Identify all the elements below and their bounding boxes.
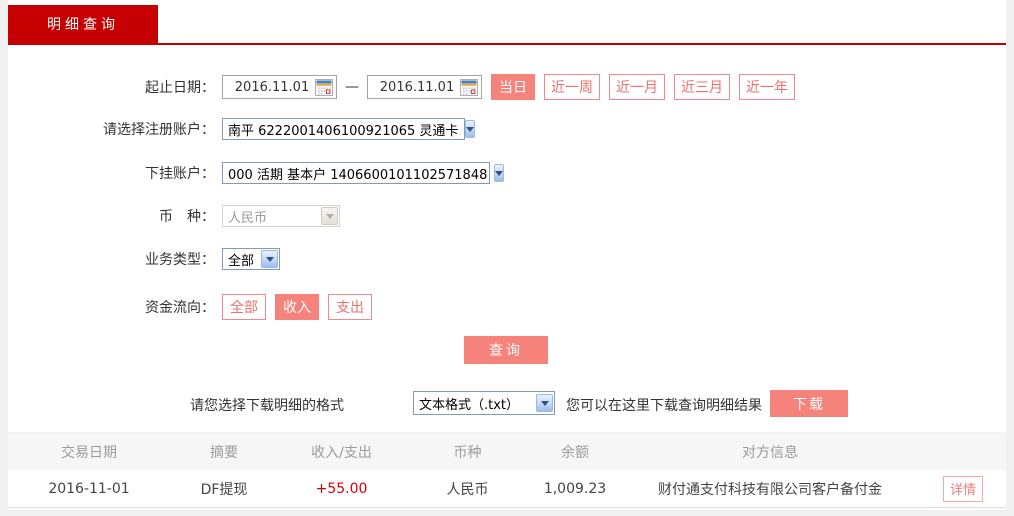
sub-account-row: 下挂账户： 000 活期 基本户 1406600101102571848	[8, 162, 505, 184]
fund-flow-income-button[interactable]: 收入	[275, 294, 319, 320]
register-account-select[interactable]: 南平 6222001406100921065 灵通卡	[222, 118, 476, 140]
cell-counterparty: 财付通支付科技有限公司客户备付金	[658, 481, 882, 498]
date-range-label: 起止日期：	[145, 80, 215, 96]
table-row: 2016-11-01 DF提现 +55.00 人民币 1,009.23 财付通支…	[8, 470, 1006, 508]
cell-currency: 人民币	[446, 481, 489, 498]
header-income-expense: 收入/支出	[311, 444, 372, 461]
end-date-value: 2016.11.01	[379, 79, 455, 95]
quick-range-today-button[interactable]: 当日	[491, 74, 535, 100]
sub-account-select[interactable]: 000 活期 基本户 1406600101102571848	[222, 162, 505, 184]
quick-range-year-button[interactable]: 近一年	[739, 74, 795, 100]
download-row: 请您选择下载明细的格式 文本格式（.txt） 您可以在这里下载查询明细结果 下载	[8, 390, 1006, 418]
business-type-row: 业务类型： 全部	[8, 248, 281, 270]
quick-range-quarter-button[interactable]: 近三月	[674, 74, 730, 100]
header-trade-date: 交易日期	[61, 444, 117, 461]
chevron-down-icon[interactable]	[536, 394, 553, 412]
currency-label: 币 种：	[159, 209, 215, 225]
page-content: 明细查询 起止日期： 2016.11.01 — 2016.11.01 当日 近一…	[8, 0, 1006, 510]
header-balance: 余额	[561, 444, 589, 461]
fund-flow-row: 资金流向： 全部 收入 支出	[8, 294, 372, 320]
download-button[interactable]: 下载	[770, 390, 848, 417]
register-account-row: 请选择注册账户： 南平 6222001406100921065 灵通卡	[8, 118, 476, 140]
download-hint-text: 您可以在这里下载查询明细结果	[566, 398, 762, 414]
cell-balance: 1,009.23	[543, 480, 607, 497]
tab-detail-query[interactable]: 明细查询	[8, 5, 158, 43]
start-date-value: 2016.11.01	[234, 79, 310, 95]
sub-account-label: 下挂账户：	[145, 166, 215, 182]
calendar-icon[interactable]	[460, 78, 478, 96]
chevron-down-icon[interactable]	[465, 120, 476, 138]
download-format-value: 文本格式（.txt）	[419, 397, 520, 413]
currency-row: 币 种： 人民币	[8, 205, 340, 227]
table-header-row: 交易日期 摘要 收入/支出 币种 余额 对方信息	[8, 432, 1006, 470]
chevron-down-icon	[321, 207, 338, 225]
tab-underline	[8, 43, 1006, 45]
fund-flow-all-button[interactable]: 全部	[222, 294, 266, 320]
header-summary: 摘要	[210, 444, 238, 461]
sub-account-value: 000 活期 基本户 1406600101102571848	[228, 167, 488, 183]
chevron-down-icon[interactable]	[261, 250, 279, 268]
cell-summary: DF提现	[200, 481, 248, 498]
register-account-value: 南平 6222001406100921065 灵通卡	[228, 123, 459, 139]
detail-button[interactable]: 详情	[943, 475, 983, 502]
quick-range-month-button[interactable]: 近一月	[609, 74, 665, 100]
header-counterparty: 对方信息	[742, 444, 798, 461]
currency-value: 人民币	[228, 210, 268, 226]
query-button[interactable]: 查询	[464, 336, 548, 364]
business-type-label: 业务类型：	[145, 252, 215, 268]
cell-amount: +55.00	[315, 480, 368, 497]
business-type-value: 全部	[228, 253, 255, 269]
fund-flow-label: 资金流向：	[145, 300, 215, 316]
business-type-select[interactable]: 全部	[222, 248, 281, 270]
register-account-label: 请选择注册账户：	[103, 122, 215, 138]
header-currency: 币种	[453, 444, 482, 461]
download-format-label: 请您选择下载明细的格式	[190, 398, 344, 414]
fund-flow-expense-button[interactable]: 支出	[328, 294, 372, 320]
download-format-select[interactable]: 文本格式（.txt）	[413, 391, 555, 415]
currency-select: 人民币	[222, 205, 340, 227]
cell-trade-date: 2016-11-01	[48, 480, 130, 497]
quick-range-week-button[interactable]: 近一周	[544, 74, 600, 100]
start-date-input[interactable]: 2016.11.01	[222, 75, 337, 99]
date-range-row: 起止日期： 2016.11.01 — 2016.11.01 当日 近一周 近一月…	[8, 74, 795, 100]
date-range-separator: —	[345, 79, 359, 95]
end-date-input[interactable]: 2016.11.01	[367, 75, 482, 99]
calendar-icon[interactable]	[315, 78, 333, 96]
chevron-down-icon[interactable]	[494, 164, 505, 182]
